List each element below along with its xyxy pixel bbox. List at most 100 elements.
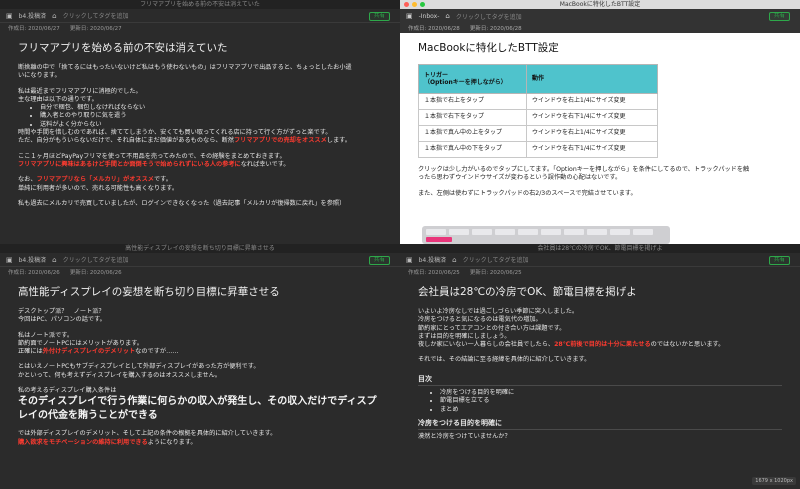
window-title: フリマアプリを始める前の不安は消えていた [140,1,260,8]
paragraph: それでは、その結論に至る経緯を具体的に紹介していきます。 [418,356,591,364]
toc-heading: 目次 [418,375,782,387]
paragraph: 節約家にとってエアコンとの付き合い方は課題です。 [418,324,566,332]
table-cell: ウインドウを右下1/4にサイズ変更 [526,109,658,126]
share-button[interactable]: 共有 [768,256,790,265]
table-row: １本指で右下をタップ ウインドウを右下1/4にサイズ変更 [418,109,658,126]
text-run: 正確には [18,348,43,356]
paragraph: いになります。 [18,72,61,80]
highlight-text: 28℃前後で目的は十分に果たせる [554,341,651,349]
text-run: なお、 [18,176,37,184]
updated-date: 更新日: 2020/06/28 [469,26,522,32]
date-bar: 作成日: 2020/06/28 更新日: 2020/06/28 [400,23,800,33]
table-header: 動作 [526,64,658,94]
paragraph: とはいえノートPCもサブディスプレイとして外部ディスプレイがあった方が便利です。 [18,363,260,371]
table-header-row: トリガー （Optionキーを押しながら） 動作 [418,64,658,94]
tag-hint[interactable]: クリックしてタグを追加 [456,12,522,21]
note-body[interactable]: 高性能ディスプレイの妄想を断ち切り目標に昇華させる デスクトップ派？ ノート派？… [0,277,400,447]
text-run: なれば幸いです。 [240,160,290,168]
note-window-top-left: フリマアプリを始める前の不安は消えていた ▣ b4.投稿済 ⌂ クリックしてタグ… [0,0,400,244]
btt-settings-table: トリガー （Optionキーを押しながら） 動作 １本指で右上をタップ ウインド… [418,64,658,158]
list-item: 購入者とのやり取りに気を遣う [40,112,382,120]
note-window-top-right: MacBookに特化したBTT設定 ▣ -Inbox- ⌂ クリックしてタグを追… [400,0,800,244]
text-run: です。 [153,176,172,184]
tag-icon: ⌂ [52,11,57,20]
section-heading: 冷房をつける目的を明確に [418,419,782,431]
note-title[interactable]: フリマアプリを始める前の不安は消えていた [18,41,382,55]
paragraph: 今回はPC、パソコンの話です。 [18,316,106,324]
text-run: 夜しか家にいない一人暮らしの会社員でしたら、 [418,341,555,349]
tag-icon: ⌂ [445,12,450,20]
tag-hint[interactable]: クリックしてタグを追加 [463,255,529,264]
toc-item[interactable]: 節電目標を立てる [440,397,782,405]
notebook-icon: ▣ [406,12,413,20]
table-cell: １本指で真ん中の下をタップ [418,141,527,158]
emphasis-statement: そのディスプレイで行う作業に何らかの収入が発生し、その収入だけでディスプレイの代… [18,396,377,422]
paragraph: 私の考えるディスプレイ購入条件は [18,387,117,395]
notebook-icon: ▣ [406,255,413,264]
notebook-name[interactable]: b4.投稿済 [19,11,47,20]
keyboard-image [422,226,670,244]
share-button[interactable]: 共有 [368,256,390,265]
tag-hint[interactable]: クリックしてタグを追加 [63,11,129,20]
note-toolbar: ▣ -Inbox- ⌂ クリックしてタグを追加 共有 [400,9,800,23]
window-titlebar[interactable]: フリマアプリを始める前の不安は消えていた [0,0,400,9]
note-title[interactable]: 高性能ディスプレイの妄想を断ち切り目標に昇華させる [18,285,382,299]
created-date: 作成日: 2020/06/27 [8,26,60,32]
note-toolbar: ▣ b4.投稿済 ⌂ クリックしてタグを追加 共有 [0,9,400,23]
highlight-text: フリマアプリなら「メルカリ」がオススメ [36,176,154,184]
paragraph: 節約面でノートPCにはメリットがあります。 [18,339,143,347]
window-titlebar[interactable]: MacBookに特化したBTT設定 [400,0,800,9]
toc-item[interactable]: まとめ [440,406,782,414]
window-title: 会社員は28℃の冷房でOK、節電目標を掲げよ [537,245,663,252]
notebook-name[interactable]: b4.投稿済 [419,255,447,264]
share-button[interactable]: 共有 [768,12,790,21]
note-toolbar: ▣ b4.投稿済 ⌂ クリックしてタグを追加 共有 [400,253,800,267]
paragraph: 漠然と冷房をつけていませんか？ [418,433,511,441]
notebook-name[interactable]: -Inbox- [419,13,440,20]
size-badge: 1679 x 1020px [752,477,796,485]
paragraph: 正確には外付けディスプレイのデメリットなのですが…… [18,348,382,356]
text-run: します。 [326,137,351,145]
notebook-icon: ▣ [6,11,13,20]
notebook-name[interactable]: b4.投稿済 [19,255,47,264]
paragraph: 主な理由は以下の通りです。 [18,95,98,103]
note-body[interactable]: MacBookに特化したBTT設定 トリガー （Optionキーを押しながら） … [400,33,800,198]
note-body[interactable]: 会社員は28℃の冷房でOK、節電目標を掲げよ いよいよ冷房なしでは過ごしづらい季… [400,277,800,442]
zoom-icon[interactable] [420,2,425,7]
table-cell: １本指で右上をタップ [418,93,527,110]
paragraph: かといって、何も考えずディスプレイを購入するのはオススメしません。 [18,371,221,379]
note-title[interactable]: 会社員は28℃の冷房でOK、節電目標を掲げよ [418,285,782,299]
paragraph: ただ、自分がもういらないだけで、それ自体にまだ価値があるものなら、断然フリマアプ… [18,137,382,145]
updated-date: 更新日: 2020/06/27 [69,26,122,32]
created-date: 作成日: 2020/06/26 [8,270,60,276]
highlight-text: フリマアプリでの売却をオススメ [233,137,327,145]
date-bar: 作成日: 2020/06/25 更新日: 2020/06/25 [400,267,800,277]
tag-hint[interactable]: クリックしてタグを追加 [63,255,129,264]
paragraph: 冷房をつけると気になるのは電気代の増加。 [418,316,542,324]
highlight-text: フリマアプリに興味はあるけど手間とか面倒そうで始められずにいる人の参考に [18,160,241,168]
window-titlebar[interactable]: 高性能ディスプレイの妄想を断ち切り目標に昇華させる [0,244,400,253]
table-cell: ウインドウを右上1/4にサイズ変更 [526,93,658,110]
paragraph: また、左側は使わずにトラックパッドの右2/3のスペースで完結させています。 [418,189,637,197]
tag-icon: ⌂ [52,255,57,264]
date-bar: 作成日: 2020/06/26 更新日: 2020/06/26 [0,267,400,277]
date-bar: 作成日: 2020/06/27 更新日: 2020/06/27 [0,23,400,33]
minimize-icon[interactable] [412,2,417,7]
share-button[interactable]: 共有 [368,12,390,21]
table-header: トリガー （Optionキーを押しながら） [418,64,527,94]
close-icon[interactable] [404,2,409,7]
paragraph: 私は最近までフリマアプリに消極的でした。 [18,87,142,95]
note-body[interactable]: フリマアプリを始める前の不安は消えていた 断捨離の中で「捨てるにはもったいないけ… [0,33,400,208]
note-title[interactable]: MacBookに特化したBTT設定 [418,41,782,55]
paragraph: 私はノート派です。 [18,331,74,339]
window-titlebar[interactable]: 会社員は28℃の冷房でOK、節電目標を掲げよ [400,244,800,253]
window-title: 高性能ディスプレイの妄想を断ち切り目標に昇華させる [125,245,275,252]
table-cell: ウインドウを右上1/4にサイズ変更 [526,125,658,142]
table-cell: １本指で右下をタップ [418,109,527,126]
bullet-list: 自分で梱包、梱包しなければならない 購入者とのやり取りに気を遣う 送料がよく分か… [18,104,382,129]
created-date: 作成日: 2020/06/25 [408,270,460,276]
toc-item[interactable]: 冷房をつける目的を明確に [440,389,782,397]
highlight-text: 外付けディスプレイのデメリット [42,348,136,356]
updated-date: 更新日: 2020/06/26 [69,270,122,276]
paragraph: ここ１ヶ月ほどPayPayフリマを使って不用品を売ってみたので、その経験をまとめ… [18,152,286,160]
